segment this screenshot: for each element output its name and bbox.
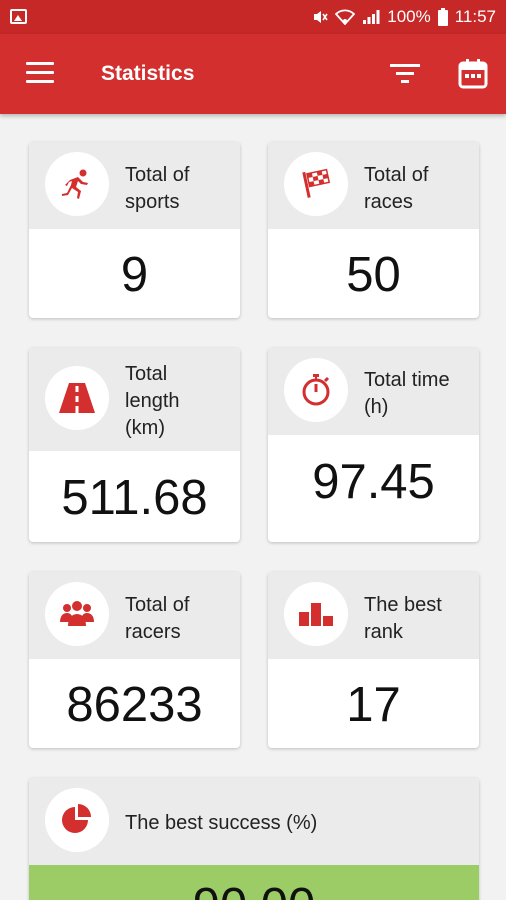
battery-percent: 100% xyxy=(387,7,431,26)
pie-chart-icon xyxy=(45,788,109,852)
gallery-notification-icon xyxy=(10,9,27,24)
stat-label: Total of racers xyxy=(125,594,190,643)
stat-label: Total time (h) xyxy=(364,369,450,418)
filter-icon[interactable] xyxy=(390,62,420,86)
battery-icon xyxy=(437,8,448,26)
stat-label: Total length (km) xyxy=(125,363,180,439)
road-icon xyxy=(45,366,109,430)
stat-label: The best rank xyxy=(364,594,442,643)
stat-card-races[interactable]: Total of races 50 xyxy=(268,142,479,318)
stopwatch-icon xyxy=(284,358,348,422)
stat-value: 97.45 xyxy=(312,455,435,509)
stat-card-sports[interactable]: Total of sports 9 xyxy=(29,142,240,318)
running-person-icon xyxy=(45,152,109,216)
stat-value: 50 xyxy=(346,248,401,302)
stat-card-racers[interactable]: Total of racers 86233 xyxy=(29,572,240,748)
stat-card-length[interactable]: Total length (km) 511.68 xyxy=(29,348,240,542)
stat-label: The best success (%) xyxy=(125,812,318,834)
calendar-icon[interactable] xyxy=(458,59,488,89)
signal-icon xyxy=(363,10,380,24)
status-bar: 100% 11:57 xyxy=(0,0,506,34)
stat-value: 86233 xyxy=(66,678,203,732)
clock: 11:57 xyxy=(454,7,496,26)
page-title: Statistics xyxy=(101,62,195,85)
stat-value: 17 xyxy=(346,678,401,732)
stat-card-time[interactable]: Total time (h) 97.45 xyxy=(268,348,479,542)
stat-card-rank[interactable]: The best rank 17 xyxy=(268,572,479,748)
checkered-flag-icon xyxy=(284,152,348,216)
menu-icon[interactable] xyxy=(26,62,54,84)
group-icon xyxy=(45,582,109,646)
podium-icon xyxy=(284,582,348,646)
stat-label: Total of sports xyxy=(125,164,190,213)
mute-icon xyxy=(314,11,328,23)
stat-label: Total of races xyxy=(364,164,429,213)
stat-card-best-success[interactable]: The best success (%) 90.00 xyxy=(29,778,479,900)
stat-value: 90.00 xyxy=(29,878,479,900)
stat-value: 511.68 xyxy=(61,471,208,525)
stat-value: 9 xyxy=(120,248,149,302)
app-bar: Statistics xyxy=(0,34,506,114)
wifi-icon xyxy=(335,9,356,25)
